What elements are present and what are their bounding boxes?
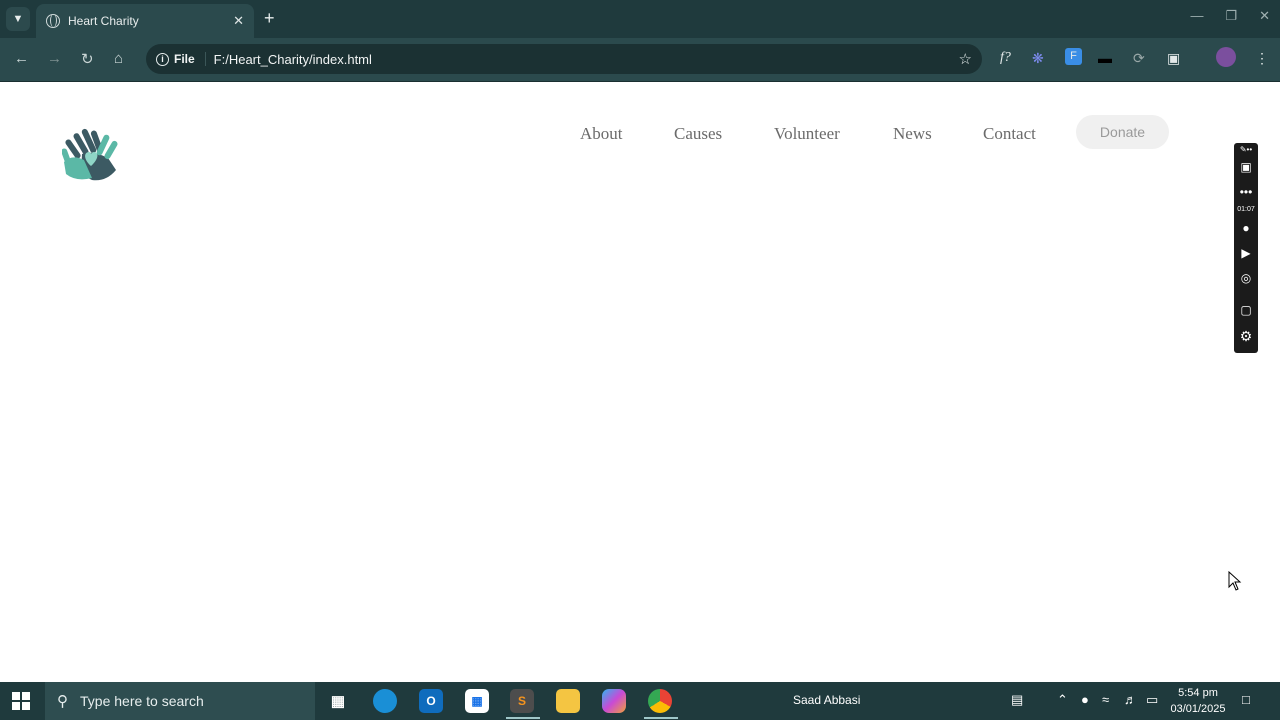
new-tab-button[interactable]: +	[264, 8, 275, 29]
sync-extension-icon[interactable]: ⟳	[1133, 50, 1145, 67]
microsoft-store-icon[interactable]: ▦	[465, 689, 489, 713]
wifi-icon[interactable]: ≈	[1102, 692, 1109, 707]
mouse-cursor-icon	[1228, 571, 1242, 591]
nav-contact[interactable]: Contact	[983, 124, 1036, 144]
tab-title: Heart Charity	[68, 14, 139, 28]
camera-icon[interactable]: ▣	[1234, 160, 1258, 174]
nav-causes[interactable]: Causes	[674, 124, 722, 144]
chrome-browser-icon[interactable]	[648, 689, 672, 713]
microphone-icon[interactable]: ●	[1234, 221, 1258, 235]
pin-icon[interactable]: ✎••	[1234, 145, 1258, 154]
donate-button[interactable]: Donate	[1076, 115, 1169, 149]
recording-timer: 01:07	[1237, 206, 1255, 213]
edge-browser-icon[interactable]	[373, 689, 397, 713]
battery-icon[interactable]: ▭	[1146, 692, 1158, 708]
url-text[interactable]: F:/Heart_Charity/index.html	[214, 52, 959, 67]
gear-extension-icon[interactable]: ❋	[1032, 50, 1044, 67]
site-info-label: File	[174, 52, 195, 66]
taskbar-clock[interactable]: 5:54 pm 03/01/2025	[1168, 685, 1228, 717]
menu-kebab-icon[interactable]: ⋮	[1255, 50, 1269, 67]
clock-time: 5:54 pm	[1178, 687, 1218, 699]
tray-microphone-icon[interactable]: ●	[1081, 692, 1089, 707]
notifications-icon[interactable]: □	[1242, 692, 1250, 707]
sublime-text-icon[interactable]: S	[510, 689, 534, 713]
browser-tab-bar: ▼ Heart Charity ✕ + — ❐ ✕	[0, 0, 1280, 38]
tray-chevron-up-icon[interactable]: ⌃	[1057, 692, 1068, 708]
site-info-chip[interactable]: i File	[156, 52, 206, 66]
file-explorer-icon[interactable]	[556, 689, 580, 713]
windows-taskbar: ⚲ Type here to search ▦ O ▦ S Saad Abbas…	[0, 682, 1280, 720]
nav-about[interactable]: About	[580, 124, 623, 144]
bookmark-star-icon[interactable]: ☆	[959, 50, 972, 68]
sublime-active-indicator	[506, 717, 540, 719]
volume-icon[interactable]: ♬	[1124, 692, 1137, 707]
more-icon[interactable]: •••	[1234, 185, 1258, 199]
news-widget-icon[interactable]: ▤	[1011, 692, 1023, 708]
car-extension-icon[interactable]: ▬	[1098, 50, 1112, 66]
search-icon: ⚲	[57, 693, 68, 710]
close-window-icon[interactable]: ✕	[1259, 8, 1270, 24]
browser-toolbar: ← → ↻ ⌂ i File F:/Heart_Charity/index.ht…	[0, 38, 1280, 82]
taskbar-search-box[interactable]: ⚲ Type here to search	[45, 682, 315, 720]
info-icon: i	[156, 52, 169, 66]
window-controls: — ❐ ✕	[1190, 8, 1270, 24]
taskbar-search-placeholder: Type here to search	[80, 693, 204, 709]
copilot-icon[interactable]	[602, 689, 626, 713]
chevron-down-icon: ▼	[12, 13, 24, 25]
close-tab-icon[interactable]: ✕	[233, 13, 244, 29]
profile-avatar[interactable]	[1216, 47, 1236, 67]
windows-start-icon[interactable]	[12, 692, 30, 710]
globe-icon	[46, 14, 60, 28]
chrome-active-indicator	[644, 717, 678, 719]
outlook-icon[interactable]: O	[419, 689, 443, 713]
home-icon[interactable]: ⌂	[114, 50, 123, 67]
web-page: About Causes Volunteer News Contact Dona…	[0, 82, 1280, 682]
task-view-icon[interactable]: ▦	[326, 689, 350, 713]
window-icon[interactable]: ▢	[1234, 303, 1258, 317]
speaker-icon[interactable]: ▶	[1234, 246, 1258, 260]
browser-tab[interactable]: Heart Charity ✕	[36, 4, 254, 38]
webcam-icon[interactable]: ◎	[1234, 271, 1258, 285]
tab-search-button[interactable]: ▼	[6, 7, 30, 31]
formula-extension-icon[interactable]: f?	[1000, 50, 1011, 66]
nav-news[interactable]: News	[893, 124, 932, 144]
minimize-icon[interactable]: —	[1190, 8, 1203, 24]
f-extension-icon[interactable]: F	[1065, 48, 1082, 65]
restore-icon[interactable]: ❐	[1225, 8, 1237, 24]
nav-volunteer[interactable]: Volunteer	[774, 124, 840, 144]
user-name-label: Saad Abbasi	[793, 693, 861, 707]
screen-recorder-toolbar: ✎•• ▣ ••• 01:07 ● ▶ ◎ ▢ ⚙	[1234, 143, 1258, 353]
forward-icon[interactable]: →	[47, 50, 62, 67]
back-icon[interactable]: ←	[14, 50, 29, 67]
reload-icon[interactable]: ↻	[81, 50, 94, 68]
clock-date: 03/01/2025	[1170, 703, 1226, 715]
extensions-puzzle-icon[interactable]: ▣	[1167, 50, 1180, 67]
address-bar[interactable]: i File F:/Heart_Charity/index.html ☆	[146, 44, 982, 74]
settings-gear-icon[interactable]: ⚙	[1234, 328, 1258, 345]
